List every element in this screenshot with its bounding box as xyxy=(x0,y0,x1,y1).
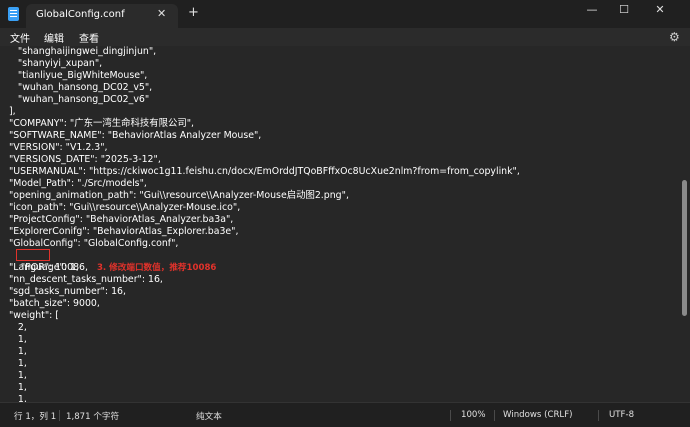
editor-line: "shanghaijingwei_dingjinjun", xyxy=(0,46,157,57)
menu-view[interactable]: 查看 xyxy=(79,30,99,45)
menu-edit[interactable]: 编辑 xyxy=(44,30,64,45)
annotation-text: 3. 修改端口数值，推荐10086 xyxy=(96,263,217,273)
menu-bar: 文件 编辑 查看 ⚙ xyxy=(0,28,690,46)
editor-line: 1, xyxy=(0,382,27,393)
editor-line: "wuhan_hansong_DC02_v5", xyxy=(0,82,153,93)
menu-file[interactable]: 文件 xyxy=(10,30,30,45)
text-format: 纯文本 xyxy=(196,412,222,422)
editor-line: "Language": 1, xyxy=(0,262,79,273)
document-tab[interactable]: GlobalConfig.conf ✕ xyxy=(26,4,178,28)
editor-line: "opening_animation_path": "Gui\\resource… xyxy=(0,190,349,201)
text-editor[interactable]: "shanghaijingwei_dingjinjun", "shanyiyi_… xyxy=(0,46,680,402)
character-count: 1,871 个字符 xyxy=(66,412,120,422)
editor-line: "tianliyue_BigWhiteMouse", xyxy=(0,70,148,81)
scrollbar-thumb[interactable] xyxy=(682,180,687,316)
editor-line: 1, xyxy=(0,358,27,369)
minimize-button[interactable]: — xyxy=(582,3,602,16)
editor-line: 1, xyxy=(0,370,27,381)
status-divider xyxy=(598,410,599,421)
editor-line: 1, xyxy=(0,334,27,345)
editor-line: "sgd_tasks_number": 16, xyxy=(0,286,126,297)
tab-title: GlobalConfig.conf xyxy=(36,9,125,20)
new-tab-button[interactable]: + xyxy=(188,5,199,20)
status-divider xyxy=(494,410,495,421)
annotation-spacer xyxy=(88,262,97,273)
notepad-app-icon xyxy=(8,7,19,21)
encoding[interactable]: UTF-8 xyxy=(609,410,634,420)
editor-line: "VERSIONS_DATE": "2025-3-12", xyxy=(0,154,161,165)
editor-line: 2, xyxy=(0,322,27,333)
editor-line: "Model_Path": "./Src/models", xyxy=(0,178,147,189)
maximize-button[interactable]: ☐ xyxy=(614,3,634,16)
editor-line: ], xyxy=(0,106,16,117)
title-bar: GlobalConfig.conf ✕ + — ☐ ✕ xyxy=(0,0,690,28)
editor-line: "nn_descent_tasks_number": 16, xyxy=(0,274,163,285)
editor-line: "ProjectConfig": "BehaviorAtlas_Analyzer… xyxy=(0,214,234,225)
editor-line: "SOFTWARE_NAME": "BehaviorAtlas Analyzer… xyxy=(0,130,262,141)
status-divider xyxy=(450,410,451,421)
editor-line: "batch_size": 9000, xyxy=(0,298,100,309)
editor-line: "ExplorerConifg": "BehaviorAtlas_Explore… xyxy=(0,226,239,237)
tab-close-icon[interactable]: ✕ xyxy=(157,7,166,20)
editor-line: "USERMANUAL": "https://ckiwoc1g11.feishu… xyxy=(0,166,520,177)
zoom-level[interactable]: 100% xyxy=(461,410,486,420)
status-divider xyxy=(59,410,60,421)
editor-line: "icon_path": "Gui\\resource\\Analyzer-Mo… xyxy=(0,202,241,213)
editor-line: "COMPANY": "广东一湾生命科技有限公司", xyxy=(0,118,195,129)
editor-line: "VERSION": "V1.2.3", xyxy=(0,142,108,153)
status-bar: 行 1，列 1 1,871 个字符 纯文本 100% Windows (CRLF… xyxy=(0,402,690,427)
editor-line: 1, xyxy=(0,346,27,357)
gear-icon[interactable]: ⚙ xyxy=(669,30,680,44)
por-highlight-box xyxy=(16,249,50,261)
line-ending[interactable]: Windows (CRLF) xyxy=(503,410,573,420)
editor-line: "shanyiyi_xupan", xyxy=(0,58,103,69)
close-window-button[interactable]: ✕ xyxy=(650,3,670,16)
editor-line: "weight": [ xyxy=(0,310,59,321)
editor-line: 1, xyxy=(0,394,27,402)
cursor-position[interactable]: 行 1，列 1 xyxy=(14,410,56,422)
editor-line: "wuhan_hansong_DC02_v6" xyxy=(0,94,150,105)
